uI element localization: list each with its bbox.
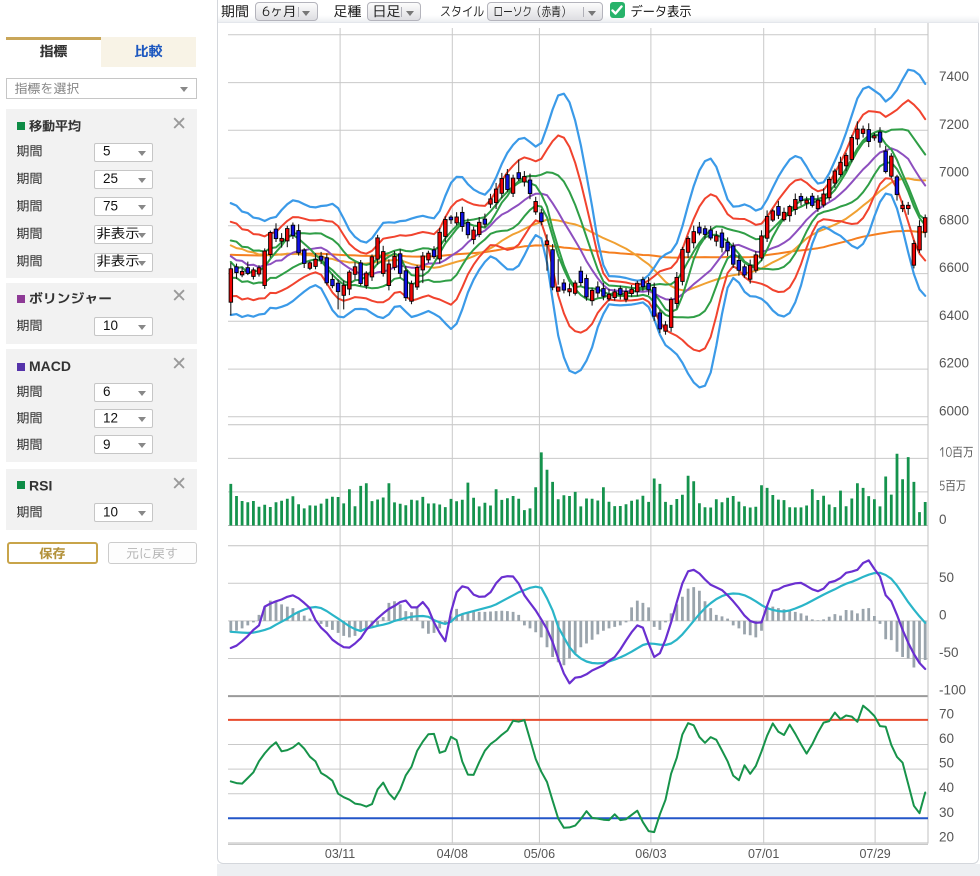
svg-text:7000: 7000 <box>939 165 969 180</box>
svg-text:6000: 6000 <box>939 403 969 418</box>
svg-text:30: 30 <box>939 805 954 820</box>
svg-text:-100: -100 <box>939 683 966 698</box>
svg-text:RSI: RSI <box>29 478 52 494</box>
svg-text:10: 10 <box>103 505 118 520</box>
svg-text:04/08: 04/08 <box>437 847 468 861</box>
svg-text:6600: 6600 <box>939 260 969 275</box>
svg-text:0: 0 <box>939 512 947 527</box>
svg-text:75: 75 <box>103 199 118 214</box>
svg-text:6800: 6800 <box>939 212 969 227</box>
svg-text:07/29: 07/29 <box>859 847 890 861</box>
svg-text:40: 40 <box>939 780 954 795</box>
svg-text:12: 12 <box>103 411 118 426</box>
svg-text:06/03: 06/03 <box>635 847 666 861</box>
svg-text:6: 6 <box>103 384 111 399</box>
svg-text:0: 0 <box>939 607 947 622</box>
svg-text:60: 60 <box>939 731 954 746</box>
svg-text:70: 70 <box>939 706 954 721</box>
svg-text:05/06: 05/06 <box>524 847 555 861</box>
svg-text:50: 50 <box>939 756 954 771</box>
svg-text:9: 9 <box>103 437 111 452</box>
svg-text:6400: 6400 <box>939 308 969 323</box>
svg-text:50: 50 <box>939 570 954 585</box>
svg-text:07/01: 07/01 <box>748 847 779 861</box>
svg-text:5: 5 <box>103 144 111 159</box>
svg-text:03/11: 03/11 <box>325 847 355 861</box>
svg-text:-50: -50 <box>939 645 959 660</box>
svg-text:7400: 7400 <box>939 69 969 84</box>
svg-text:MACD: MACD <box>29 358 71 374</box>
svg-text:6200: 6200 <box>939 356 969 371</box>
svg-text:7200: 7200 <box>939 117 969 132</box>
svg-text:20: 20 <box>939 829 954 844</box>
svg-text:25: 25 <box>103 171 118 186</box>
svg-text:10: 10 <box>103 318 118 333</box>
